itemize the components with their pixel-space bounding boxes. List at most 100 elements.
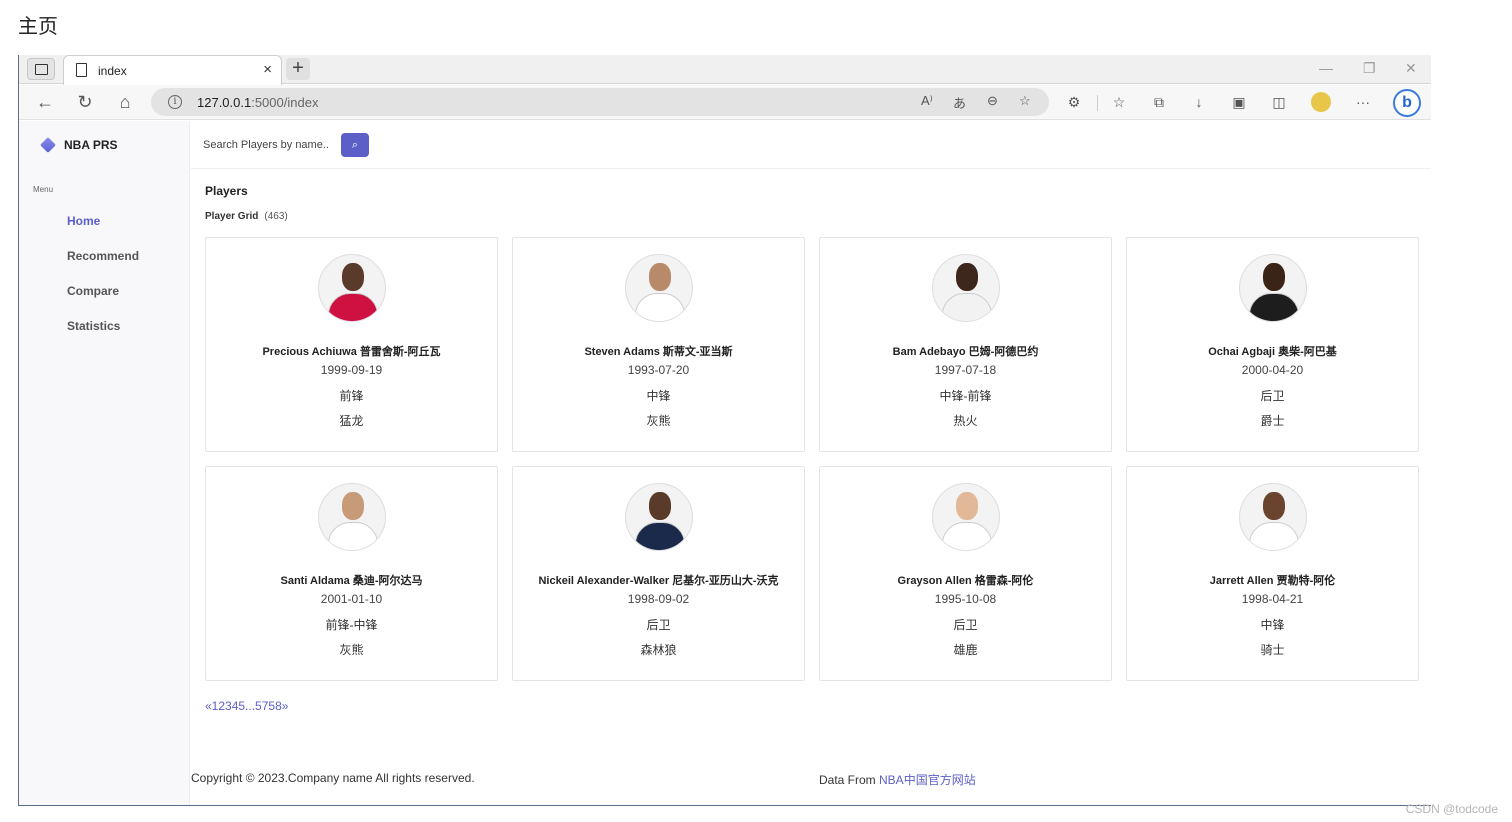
search-bar: ⌕: [191, 121, 1431, 169]
player-birthdate: 1993-07-20: [627, 363, 690, 377]
player-team: 灰熊: [646, 414, 671, 428]
player-team: 猛龙: [339, 414, 364, 428]
player-photo: [624, 483, 693, 551]
tab-strip: index × + — ❐ ✕: [19, 55, 1431, 85]
browser-window: index × + — ❐ ✕ ← ↻ ⌂ i 127.0.0.1:5000/i…: [18, 55, 1431, 806]
close-window-icon[interactable]: ✕: [1405, 60, 1417, 77]
profile-avatar[interactable]: [1311, 92, 1331, 112]
toolbar-divider: [1097, 95, 1098, 111]
player-team: 雄鹿: [953, 643, 978, 657]
player-card[interactable]: Bam Adebayo 巴姆-阿德巴约 1997-07-18 中锋-前锋 热火: [819, 237, 1112, 452]
brand-name: NBA PRS: [64, 138, 118, 152]
player-team: 灰熊: [339, 643, 364, 657]
web-capture-icon[interactable]: ◫: [1269, 92, 1289, 112]
sidebar-item-recommend[interactable]: Recommend: [67, 249, 139, 263]
player-name[interactable]: Nickeil Alexander-Walker 尼基尔-亚历山大-沃克: [513, 572, 804, 588]
url-text[interactable]: 127.0.0.1:5000/index: [197, 95, 318, 110]
player-card[interactable]: Ochai Agbaji 奥柴-阿巴基 2000-04-20 后卫爵士: [1126, 237, 1419, 452]
brand[interactable]: NBA PRS: [40, 137, 118, 153]
document-heading: 主页: [18, 14, 58, 38]
restore-icon[interactable]: ❐: [1363, 60, 1376, 77]
player-card[interactable]: Grayson Allen 格雷森-阿伦 1995-10-08 后卫雄鹿: [819, 466, 1112, 681]
favorites-icon[interactable]: ☆: [1109, 92, 1129, 112]
close-tab-icon[interactable]: ×: [263, 61, 272, 79]
player-position: 前锋-中锋: [325, 618, 378, 632]
player-photo: [317, 483, 386, 551]
player-grid: Precious Achiuwa 普雷舍斯-阿丘瓦 1999-09-19 前锋猛龙 S…: [205, 237, 1421, 681]
download-icon[interactable]: ↓: [1189, 92, 1209, 112]
collections-icon[interactable]: ⧉: [1149, 92, 1169, 112]
player-position: 中锋: [1260, 618, 1285, 632]
player-team: 骑士: [1260, 643, 1285, 657]
sidebar: NBA PRS Menu Home Recommend Compare Stat…: [19, 121, 190, 805]
player-photo: [1238, 483, 1307, 551]
player-name[interactable]: Ochai Agbaji 奥柴-阿巴基: [1127, 343, 1418, 359]
player-birthdate: 2000-04-20: [1241, 363, 1304, 377]
bing-icon[interactable]: b: [1393, 89, 1421, 117]
zoom-icon[interactable]: ⊖: [987, 93, 998, 109]
player-position: 前锋: [339, 389, 364, 403]
web-page: NBA PRS Menu Home Recommend Compare Stat…: [19, 121, 1431, 805]
sidebar-item-compare[interactable]: Compare: [67, 284, 119, 298]
add-favorite-icon[interactable]: ☆: [1019, 93, 1031, 109]
player-birthdate: 1998-09-02: [627, 592, 690, 606]
tab-actions-icon[interactable]: [27, 58, 55, 80]
address-bar[interactable]: i 127.0.0.1:5000/index A⁾ あ ⊖ ☆: [151, 88, 1049, 116]
read-aloud-icon[interactable]: A⁾: [921, 93, 933, 109]
player-name[interactable]: Steven Adams 斯蒂文-亚当斯: [513, 343, 804, 359]
player-birthdate: 1999-09-19: [320, 363, 383, 377]
player-photo: [1238, 254, 1307, 322]
sidebar-item-statistics[interactable]: Statistics: [67, 319, 120, 333]
player-card[interactable]: Precious Achiuwa 普雷舍斯-阿丘瓦 1999-09-19 前锋猛龙: [205, 237, 498, 452]
watermark: CSDN @todcode: [1405, 802, 1498, 816]
page-title: Players: [205, 184, 248, 198]
player-team: 爵士: [1260, 414, 1285, 428]
screenshot-icon[interactable]: ▣: [1229, 92, 1249, 112]
refresh-icon[interactable]: ↻: [73, 91, 97, 113]
menu-label: Menu: [33, 185, 54, 194]
player-position: 中锋: [646, 389, 671, 403]
player-photo: [317, 254, 386, 322]
player-position: 后卫: [953, 618, 978, 632]
player-position: 中锋-前锋: [939, 389, 992, 403]
nba-china-link[interactable]: NBA中国官方网站: [879, 773, 976, 787]
new-tab-button[interactable]: +: [286, 58, 310, 80]
player-birthdate: 1995-10-08: [934, 592, 997, 606]
player-birthdate: 1997-07-18: [934, 363, 997, 377]
browser-tab[interactable]: index ×: [63, 55, 282, 85]
player-card[interactable]: Nickeil Alexander-Walker 尼基尔-亚历山大-沃克 1998…: [512, 466, 805, 681]
player-count: (463): [264, 211, 288, 222]
player-team: 森林狼: [640, 643, 677, 657]
home-icon[interactable]: ⌂: [113, 91, 137, 113]
search-input[interactable]: [203, 133, 339, 157]
player-name[interactable]: Santi Aldama 桑迪-阿尔达马: [206, 572, 497, 588]
player-name[interactable]: Precious Achiuwa 普雷舍斯-阿丘瓦: [206, 343, 497, 359]
player-position: 后卫: [1260, 389, 1285, 403]
info-icon[interactable]: i: [168, 95, 182, 109]
browser-toolbar: ← ↻ ⌂ i 127.0.0.1:5000/index A⁾ あ ⊖ ☆ ⚙ …: [19, 85, 1431, 120]
player-card[interactable]: Steven Adams 斯蒂文-亚当斯 1993-07-20 中锋灰熊: [512, 237, 805, 452]
tab-title: index: [98, 64, 127, 78]
player-photo: [624, 254, 693, 322]
footer-copyright: Copyright © 2023.Company name All rights…: [191, 771, 475, 785]
more-icon[interactable]: ···: [1353, 92, 1373, 112]
back-icon[interactable]: ←: [33, 91, 57, 113]
extensions-icon[interactable]: ⚙: [1064, 92, 1084, 112]
sidebar-item-home[interactable]: Home: [67, 214, 100, 228]
search-icon: ⌕: [351, 139, 359, 151]
search-button[interactable]: ⌕: [341, 133, 369, 157]
translate-icon[interactable]: あ: [953, 93, 966, 112]
player-position: 后卫: [646, 618, 671, 632]
player-name[interactable]: Bam Adebayo 巴姆-阿德巴约: [820, 343, 1111, 359]
player-photo: [931, 483, 1000, 551]
player-birthdate: 1998-04-21: [1241, 592, 1304, 606]
footer-source: Data From NBA中国官方网站: [819, 773, 976, 787]
player-name[interactable]: Grayson Allen 格雷森-阿伦: [820, 572, 1111, 588]
player-name[interactable]: Jarrett Allen 贾勒特-阿伦: [1127, 572, 1418, 588]
pagination[interactable]: «12345...5758»: [205, 699, 288, 713]
player-card[interactable]: Jarrett Allen 贾勒特-阿伦 1998-04-21 中锋骑士: [1126, 466, 1419, 681]
player-birthdate: 2001-01-10: [320, 592, 383, 606]
minimize-icon[interactable]: —: [1319, 60, 1333, 76]
player-photo: [931, 254, 1000, 322]
player-card[interactable]: Santi Aldama 桑迪-阿尔达马 2001-01-10 前锋-中锋灰熊: [205, 466, 498, 681]
